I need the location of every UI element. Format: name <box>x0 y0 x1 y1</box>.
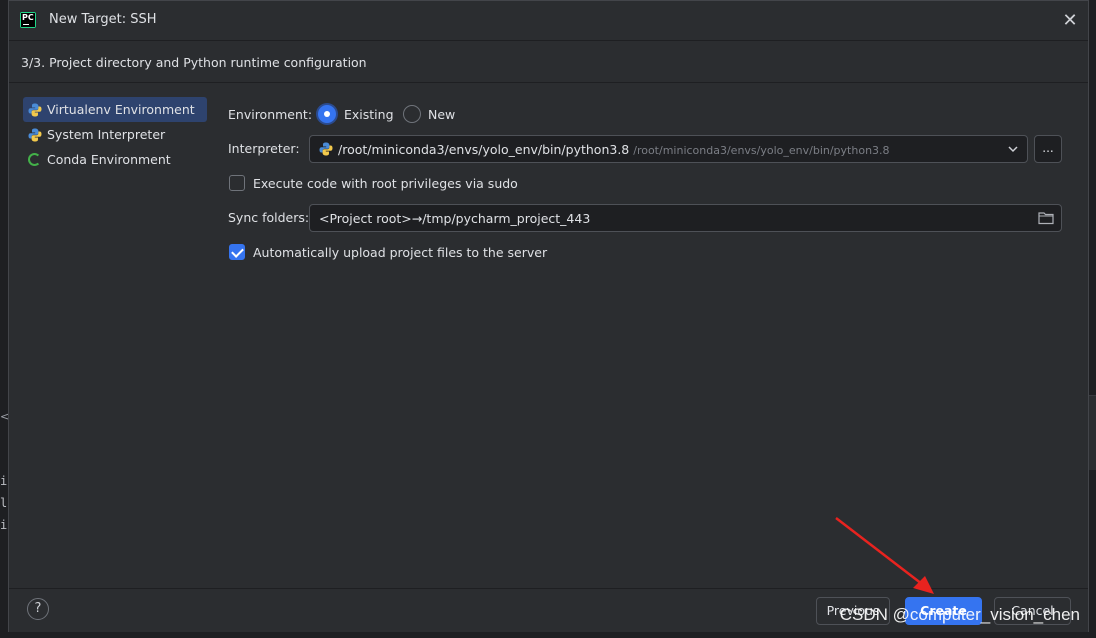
sync-folders-field[interactable]: <Project root>→/tmp/pycharm_project_443 <box>309 204 1062 232</box>
pycharm-logo-icon: PC <box>20 12 36 28</box>
environment-new-radio[interactable] <box>403 105 421 123</box>
folder-icon[interactable] <box>1038 211 1054 225</box>
interpreter-label: Interpreter: <box>228 141 300 156</box>
sudo-label[interactable]: Execute code with root privileges via su… <box>253 176 518 191</box>
interpreter-path-hint: /root/miniconda3/envs/yolo_env/bin/pytho… <box>633 144 890 157</box>
sidebar-item-virtualenv[interactable]: Virtualenv Environment <box>23 97 207 122</box>
sync-folders-label: Sync folders: <box>228 210 310 225</box>
auto-upload-label[interactable]: Automatically upload project files to th… <box>253 245 547 260</box>
environment-new-label[interactable]: New <box>428 107 455 122</box>
sync-folders-value: <Project root>→/tmp/pycharm_project_443 <box>319 211 591 226</box>
background-code-line: i <box>0 474 8 488</box>
auto-upload-checkbox[interactable] <box>229 244 245 260</box>
environment-type-list: Virtualenv Environment System Interprete… <box>23 97 207 172</box>
environment-label: Environment: <box>228 107 313 122</box>
dialog-titlebar: PC New Target: SSH ✕ <box>9 1 1088 41</box>
interpreter-value: /root/miniconda3/envs/yolo_env/bin/pytho… <box>338 142 890 157</box>
sidebar-item-label: Virtualenv Environment <box>47 102 195 117</box>
step-title: 3/3. Project directory and Python runtim… <box>21 55 367 70</box>
sidebar-item-system-interpreter[interactable]: System Interpreter <box>23 122 207 147</box>
chevron-down-icon <box>1007 142 1019 156</box>
background-gutter-mark: < <box>0 410 8 423</box>
conda-icon <box>28 153 41 166</box>
environment-existing-label[interactable]: Existing <box>344 107 394 122</box>
step-header: 3/3. Project directory and Python runtim… <box>9 42 1088 83</box>
close-icon[interactable]: ✕ <box>1060 11 1080 31</box>
help-button[interactable]: ? <box>27 598 49 620</box>
interpreter-select[interactable]: /root/miniconda3/envs/yolo_env/bin/pytho… <box>309 135 1028 163</box>
interpreter-path: /root/miniconda3/envs/yolo_env/bin/pytho… <box>338 142 630 157</box>
sidebar-item-conda[interactable]: Conda Environment <box>23 147 207 172</box>
background-code-line: i <box>0 518 8 532</box>
background-code-fragment: i l i <box>0 470 8 590</box>
csdn-watermark: CSDN @computer_vision_chen <box>839 605 1080 624</box>
dialog-title: New Target: SSH <box>49 12 157 27</box>
python-icon <box>28 128 42 142</box>
python-virtualenv-icon <box>28 103 42 117</box>
background-panel-strip <box>1088 395 1096 470</box>
new-target-dialog: PC New Target: SSH ✕ 3/3. Project direct… <box>8 0 1089 632</box>
python-icon <box>319 142 333 156</box>
sidebar-item-label: System Interpreter <box>47 127 166 142</box>
sudo-checkbox[interactable] <box>229 175 245 191</box>
sidebar-item-label: Conda Environment <box>47 152 171 167</box>
background-code-line: l <box>0 496 8 510</box>
environment-existing-radio[interactable] <box>318 105 336 123</box>
interpreter-browse-button[interactable]: ... <box>1034 135 1062 163</box>
